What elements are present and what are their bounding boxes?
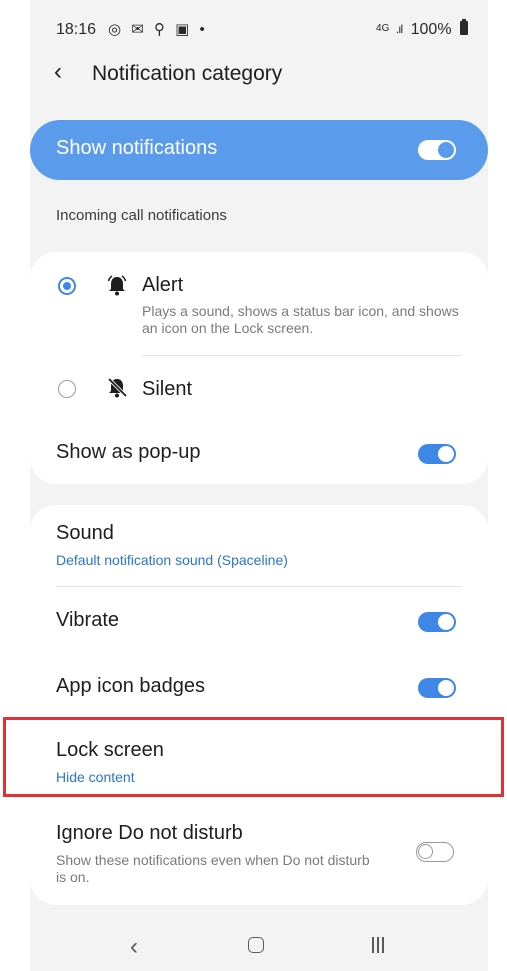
incoming-call-card: Alert Plays a sound, shows a status bar … [30, 252, 488, 484]
navigation-bar: ‹ [30, 921, 488, 971]
alert-radio[interactable] [58, 277, 76, 295]
back-arrow-icon[interactable]: ‹ [54, 60, 62, 84]
app-icon-badges-switch[interactable] [418, 678, 456, 698]
switch-knob [438, 142, 454, 158]
show-as-popup-title: Show as pop-up [56, 441, 201, 463]
show-as-popup-switch[interactable] [418, 444, 456, 464]
vibrate-title: Vibrate [56, 609, 120, 631]
app-header: ‹ Notification category [30, 52, 488, 98]
ignore-dnd-row[interactable]: Ignore Do not disturb Show these notific… [30, 805, 488, 905]
ignore-dnd-description: Show these notifications even when Do no… [56, 852, 370, 885]
bell-off-icon [107, 377, 127, 398]
section-label: Incoming call notifications [56, 207, 227, 224]
sound-value: Default notification sound (Spaceline) [56, 552, 288, 568]
notification-settings-card: Sound Default notification sound (Spacel… [30, 505, 488, 905]
highlight-box [3, 717, 504, 797]
show-as-popup-row[interactable]: Show as pop-up [30, 420, 488, 484]
switch-knob [438, 446, 454, 462]
show-notifications-switch[interactable] [418, 140, 456, 160]
battery-icon [460, 19, 468, 35]
nav-back-icon[interactable]: ‹ [130, 933, 138, 961]
page-title: Notification category [92, 62, 283, 85]
nav-home-icon[interactable] [248, 937, 264, 953]
switch-knob [438, 614, 454, 630]
nav-recents-icon[interactable] [372, 937, 384, 953]
show-notifications-label: Show notifications [56, 137, 218, 159]
app-icon-badges-title: App icon badges [56, 675, 206, 697]
app-icon-badges-row[interactable]: App icon badges [30, 653, 488, 719]
status-bar: 18:16 ◎ ✉ ⚲ ▣ • 4G .ıl 100% [30, 0, 488, 60]
sound-title: Sound [56, 522, 114, 544]
signal-icon: .ıl [395, 22, 403, 36]
bell-ringing-icon [107, 275, 127, 296]
ignore-dnd-switch[interactable] [416, 842, 454, 862]
silent-title: Silent [142, 378, 193, 400]
silent-option[interactable]: Silent [30, 356, 488, 418]
switch-knob [418, 844, 433, 859]
status-right: 4G .ıl 100% [376, 19, 468, 39]
notification-icons: ◎ ✉ ⚲ ▣ • [108, 21, 208, 38]
switch-knob [438, 680, 454, 696]
sound-row[interactable]: Sound Default notification sound (Spacel… [30, 505, 488, 585]
ignore-dnd-title: Ignore Do not disturb [56, 822, 243, 844]
battery-percent: 100% [410, 21, 452, 38]
show-notifications-toggle-row[interactable]: Show notifications [30, 120, 488, 180]
alert-description: Plays a sound, shows a status bar icon, … [142, 303, 459, 336]
silent-radio[interactable] [58, 380, 76, 398]
alert-option[interactable]: Alert Plays a sound, shows a status bar … [30, 252, 488, 355]
status-time: 18:16 [56, 21, 97, 38]
network-icon: 4G [376, 23, 390, 34]
phone-screen: 18:16 ◎ ✉ ⚲ ▣ • 4G .ıl 100% ‹ Notificati… [30, 0, 488, 971]
alert-title: Alert [142, 274, 184, 296]
vibrate-switch[interactable] [418, 612, 456, 632]
vibrate-row[interactable]: Vibrate [30, 587, 488, 653]
